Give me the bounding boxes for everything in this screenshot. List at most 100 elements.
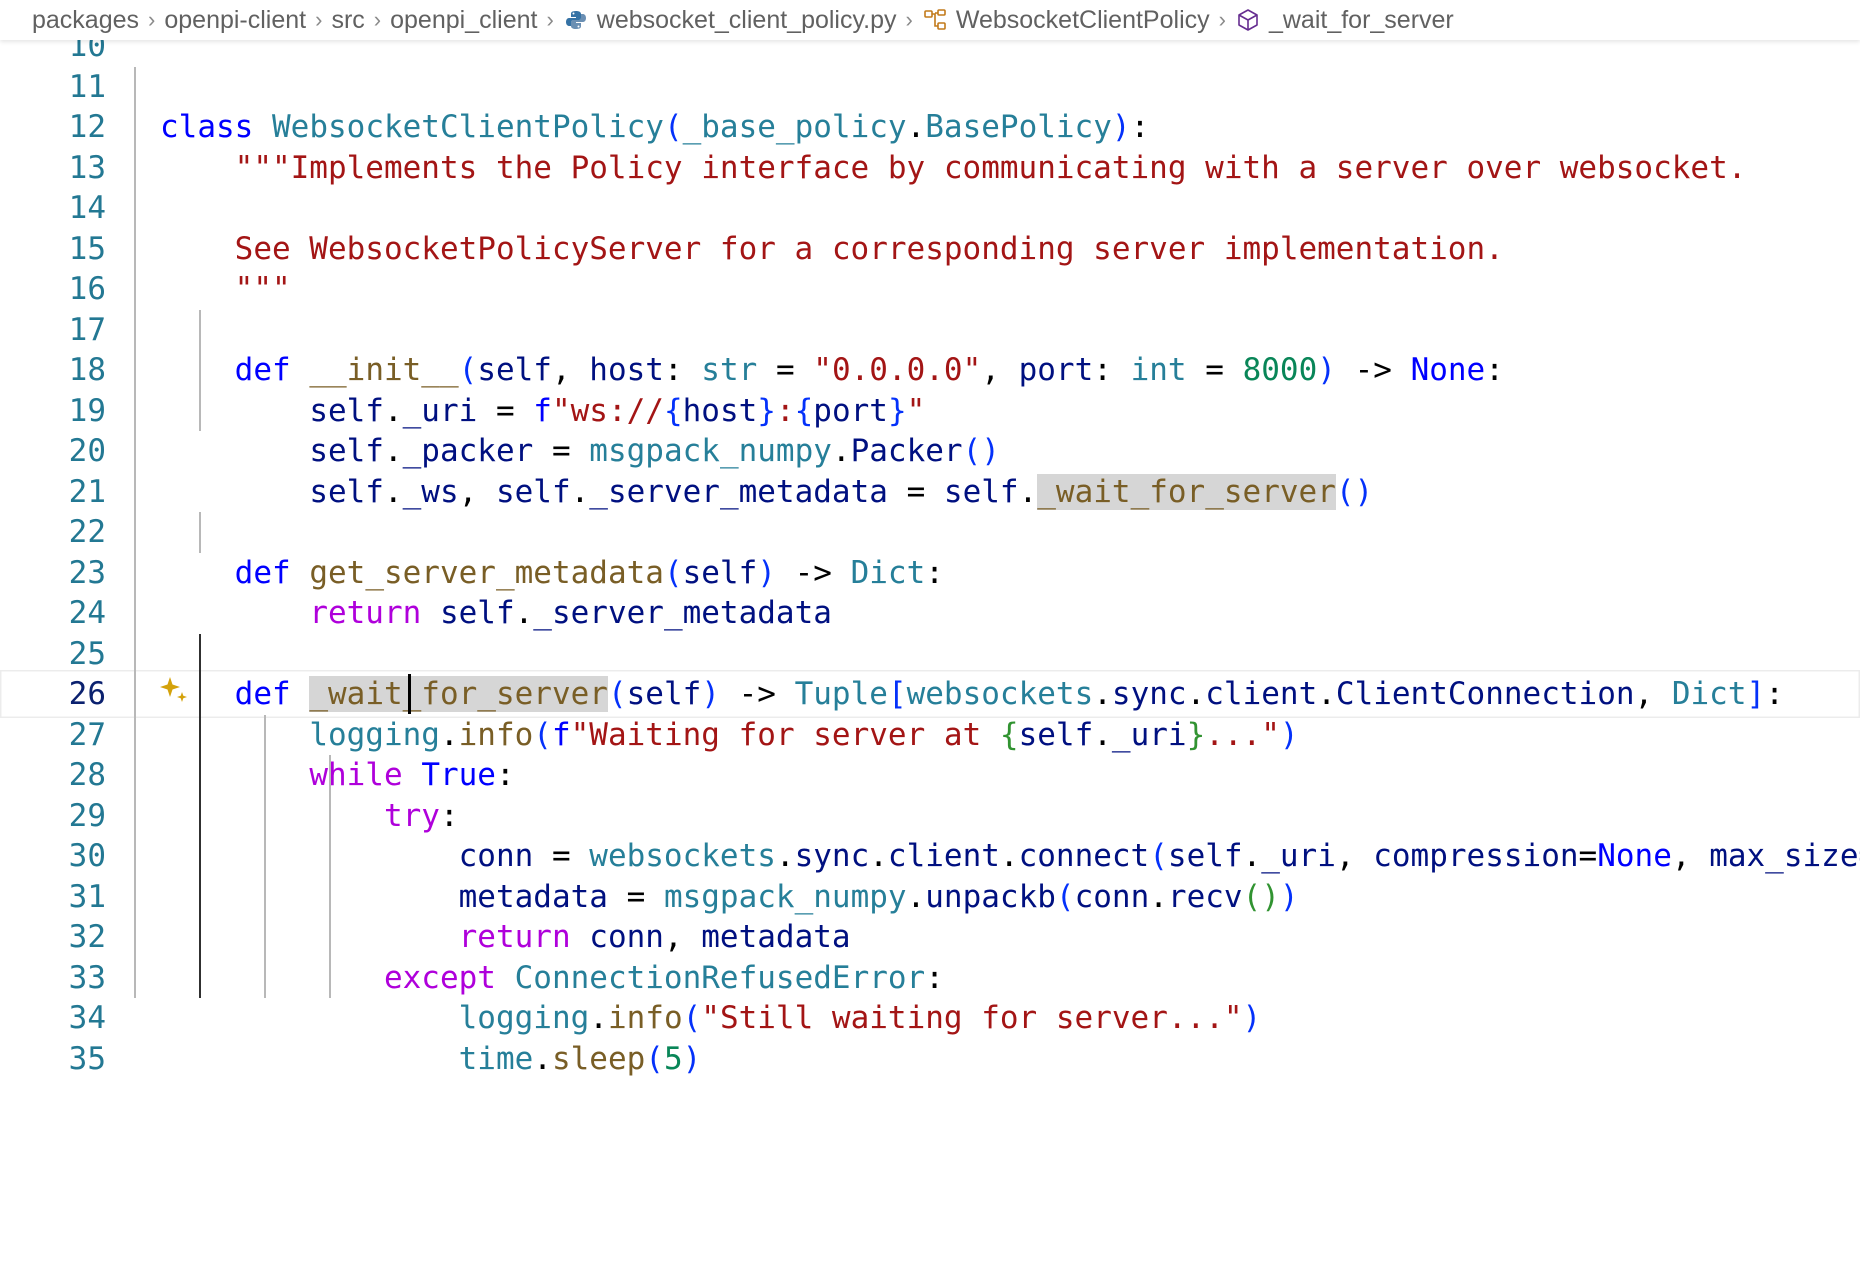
code-token: None — [1410, 352, 1486, 388]
code-token: ) — [1317, 352, 1336, 388]
code-token: -> — [1335, 352, 1411, 388]
code-token: host — [589, 352, 664, 388]
code-token: . — [589, 1000, 608, 1036]
breadcrumb-file[interactable]: websocket_client_policy.py — [563, 6, 896, 35]
code-token: _server_metadata — [533, 595, 832, 631]
indent-guide — [329, 917, 331, 998]
code-line[interactable]: 35 time.sleep(5) — [0, 1035, 1860, 1083]
code-token: compression — [1373, 838, 1579, 874]
breadcrumb-class[interactable]: WebsocketClientPolicy — [922, 6, 1210, 35]
code-token: Dict — [850, 554, 926, 591]
indent-guide — [199, 512, 201, 553]
code-token: , — [1634, 676, 1672, 712]
breadcrumb-method[interactable]: _wait_for_server — [1235, 6, 1454, 35]
code-token: get_server_metadata — [309, 554, 664, 591]
code-token: msgpack_numpy — [663, 878, 907, 915]
code-token: info — [458, 716, 534, 753]
code-token: self — [626, 676, 702, 712]
code-token: ..." — [1205, 716, 1280, 753]
code-token: def — [234, 352, 291, 388]
line-code: time.sleep(5) — [160, 1035, 702, 1083]
code-token: . — [514, 595, 534, 631]
breadcrumb-label: WebsocketClientPolicy — [955, 5, 1210, 34]
code-editor[interactable]: 10 11 12 class WebsocketClientPolicy(_base_… — [0, 40, 1860, 1282]
code-token: metadata — [458, 878, 608, 915]
code-token: sync — [1111, 676, 1187, 712]
code-token: host — [682, 392, 758, 429]
sparkle-icon[interactable] — [159, 673, 191, 705]
chevron-right-icon: › — [1218, 7, 1226, 32]
indent-guide — [329, 755, 331, 917]
code-token: _base_policy — [682, 109, 907, 145]
chevron-right-icon: › — [148, 7, 156, 32]
code-token: _uri — [402, 392, 478, 429]
code-token: info — [607, 1000, 683, 1036]
line-number: 35 — [68, 1040, 106, 1077]
code-token: : — [1765, 676, 1784, 712]
code-token: = — [1578, 838, 1598, 874]
code-token: , — [981, 352, 1019, 388]
code-token: , — [1335, 838, 1374, 874]
code-token: , — [1671, 838, 1710, 874]
code-token: "ws:// — [551, 392, 664, 429]
code-token: ( — [663, 554, 683, 591]
breadcrumb-src[interactable]: src — [331, 6, 364, 35]
code-token: None — [1597, 838, 1672, 874]
code-token: msgpack_numpy — [589, 433, 832, 469]
code-token: _uri — [1111, 716, 1187, 753]
code-token: . — [1317, 676, 1336, 712]
code-token: , — [551, 352, 590, 388]
code-token: . — [383, 473, 403, 510]
code-token: self — [495, 473, 571, 510]
code-token: ClientConnection — [1335, 676, 1635, 712]
code-token: -> — [719, 676, 795, 712]
code-token: conn — [1074, 878, 1150, 915]
code-token: . — [1018, 473, 1038, 510]
breadcrumb-label: _wait_for_server — [1268, 5, 1454, 34]
breadcrumb-openpi-client[interactable]: openpi-client — [164, 6, 306, 35]
code-token: def — [234, 676, 291, 712]
code-token: . — [775, 838, 795, 874]
code-token: : — [925, 554, 944, 591]
code-token: ) — [1111, 109, 1131, 145]
code-token: def — [234, 554, 291, 591]
code-token: self — [943, 473, 1019, 510]
code-token: } — [887, 392, 907, 429]
breadcrumb-packages[interactable]: packages — [32, 6, 139, 35]
code-token: . — [439, 716, 459, 753]
code-token: . — [906, 109, 926, 145]
code-token: " — [906, 392, 926, 429]
code-token: Dict — [1671, 676, 1747, 712]
code-token: : — [1093, 352, 1131, 388]
code-token: return — [458, 919, 571, 955]
code-token: self — [477, 352, 552, 388]
code-token: . — [570, 473, 590, 510]
code-token: { — [663, 392, 683, 429]
code-token: () — [1335, 473, 1374, 510]
code-token: . — [999, 838, 1019, 874]
code-token: logging — [309, 716, 440, 753]
code-token: . — [906, 878, 926, 915]
code-token: ( — [1149, 838, 1168, 874]
breadcrumb-openpi-client-dir[interactable]: openpi_client — [390, 6, 537, 35]
code-token: except — [383, 959, 496, 996]
code-token: = — [607, 878, 664, 915]
breadcrumb-label: openpi-client — [164, 5, 307, 34]
code-token: f — [551, 716, 571, 753]
code-token: , — [458, 473, 496, 510]
code-token: port — [813, 392, 888, 429]
code-token: See WebsocketPolicyServer for a correspo… — [160, 230, 1504, 267]
code-token: ( — [607, 676, 627, 712]
code-token: ( — [458, 352, 478, 388]
code-token: } — [757, 392, 776, 429]
code-token: -> — [775, 554, 851, 591]
code-token: ( — [533, 716, 552, 753]
